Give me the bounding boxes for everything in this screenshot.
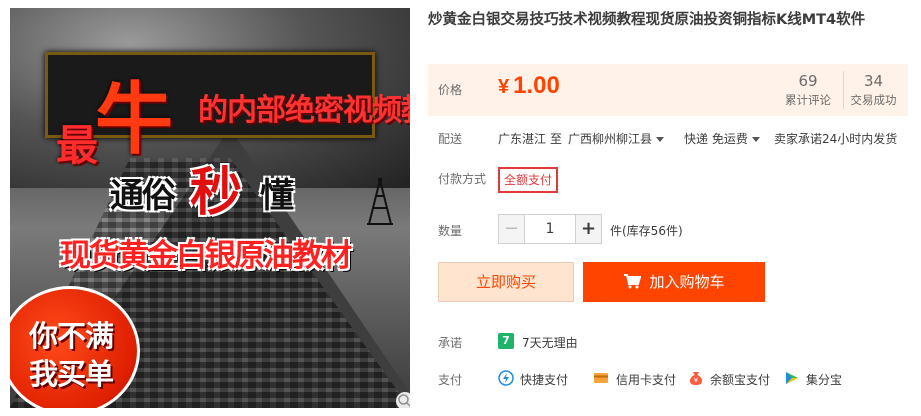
image-headline-rest: 的内部绝密视频教程 xyxy=(198,93,410,128)
quantity-label: 数量 xyxy=(438,224,463,238)
quantity-stepper: − 1 + xyxy=(498,214,602,244)
payment-option-full[interactable]: 全额支付 xyxy=(498,167,559,193)
comments-count: 69 xyxy=(798,72,818,90)
cart-icon xyxy=(624,274,642,289)
quantity-input[interactable]: 1 xyxy=(525,215,575,243)
shipping-label: 配送 xyxy=(438,132,463,146)
buy-now-button[interactable]: 立即购买 xyxy=(438,262,574,302)
image-subheadline: 通俗 秒 懂 xyxy=(110,163,294,223)
image-headline-banner: 最牛 的内部绝密视频教程 xyxy=(45,52,410,170)
ship-method-select[interactable]: 快递 免运费 xyxy=(684,130,760,147)
product-main-image[interactable]: 最牛 的内部绝密视频教程 通俗 秒 懂 现货黄金白银原油教材 你不满 我买单 xyxy=(10,8,410,408)
jifenbao-icon xyxy=(786,372,798,384)
money-bag-icon: ¥ xyxy=(690,372,702,385)
chevron-down-icon xyxy=(656,137,665,142)
deals-stat: 34 交易成功 xyxy=(843,71,903,109)
svg-text:¥: ¥ xyxy=(694,377,699,385)
add-to-cart-button[interactable]: 加入购物车 xyxy=(583,262,765,302)
quick-pay-icon xyxy=(498,370,514,386)
price-panel: 价格 ¥1.00 69 累计评论 34 交易成功 xyxy=(428,64,908,116)
payment-item-credit[interactable]: 信用卡支付 xyxy=(616,371,676,388)
ship-promise: 卖家承诺24小时内发货 xyxy=(774,132,898,146)
seven-day-return-icon: 7 xyxy=(498,333,514,349)
payment-item-jifenbao[interactable]: 集分宝 xyxy=(806,371,842,388)
comments-label: 累计评论 xyxy=(785,93,831,107)
payment-item-yuebao[interactable]: 余额宝支付 xyxy=(710,371,770,388)
product-title: 炒黄金白银交易技巧技术视频教程现货原油投资铜指标K线MT4软件 xyxy=(428,12,866,28)
stock-info: 件(库存56件) xyxy=(610,224,683,238)
credit-card-icon xyxy=(594,373,608,383)
payment-method-label: 付款方式 xyxy=(438,172,487,186)
zoom-icon[interactable] xyxy=(396,392,410,408)
ship-to-word: 至 xyxy=(550,132,563,146)
quantity-plus-button[interactable]: + xyxy=(575,215,601,243)
promise-label: 承诺 xyxy=(438,336,463,350)
ship-from: 广东湛江 xyxy=(498,132,547,146)
quantity-minus-button[interactable]: − xyxy=(499,215,525,243)
chevron-down-icon xyxy=(751,137,760,142)
image-tagline: 现货黄金白银原油教材 xyxy=(60,238,352,274)
price-label: 价格 xyxy=(438,83,463,97)
promise-text[interactable]: 7天无理由 xyxy=(522,334,578,351)
payment-item-quick[interactable]: 快捷支付 xyxy=(520,371,568,388)
deals-count: 34 xyxy=(863,72,884,90)
payment-label: 支付 xyxy=(438,373,463,387)
oil-derrick-icon xyxy=(367,178,393,225)
price-value: ¥1.00 xyxy=(498,72,560,99)
deals-label: 交易成功 xyxy=(850,93,897,107)
comments-stat[interactable]: 69 累计评论 xyxy=(778,71,838,109)
ship-destination-select[interactable]: 广西柳州柳江县 xyxy=(568,130,665,147)
